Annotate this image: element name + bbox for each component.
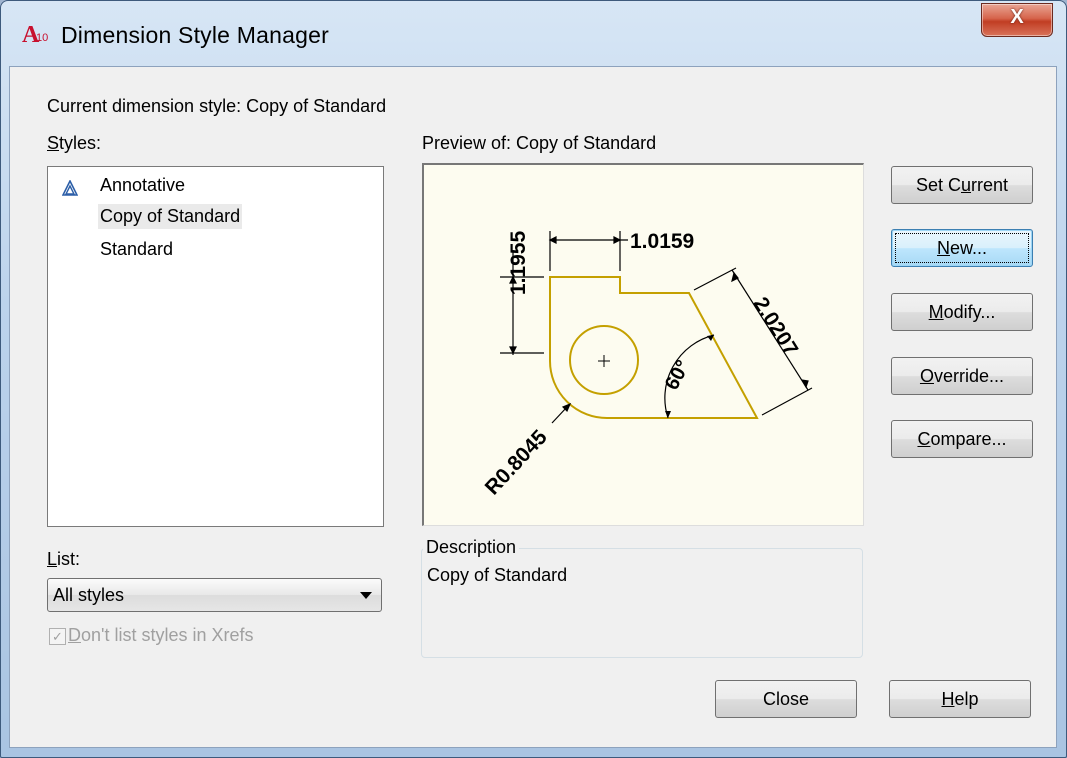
list-label: List: <box>47 549 81 569</box>
radius-dimension <box>551 402 572 424</box>
styles-label: Styles: <box>47 133 102 153</box>
list-item-selected[interactable]: Copy of Standard <box>98 204 243 229</box>
preview-label: Preview of: Copy of Standard <box>422 133 657 153</box>
styles-list[interactable]: Annotative Copy of Standard Standard <box>47 166 384 527</box>
part-outline <box>549 276 759 420</box>
dim-text-aligned: 2.0207 <box>749 293 803 360</box>
close-button[interactable]: Close <box>715 680 857 718</box>
chevron-down-icon <box>360 592 372 599</box>
list-item[interactable]: Standard <box>98 237 175 262</box>
compare-button[interactable]: Compare... <box>891 420 1033 458</box>
modify-button[interactable]: Modify... <box>891 293 1033 331</box>
description-text: Copy of Standard <box>427 565 568 585</box>
horizontal-dimension <box>548 231 628 271</box>
current-style-label: Current dimension style: Copy of Standar… <box>47 96 387 116</box>
list-item[interactable]: Annotative <box>98 173 187 198</box>
window-title: Dimension Style Manager <box>61 22 329 48</box>
dim-text-horizontal: 1.0159 <box>630 230 694 253</box>
annotative-icon <box>62 180 78 196</box>
dimension-preview: 1.1955 1.0159 2.0207 60° R0.8045 <box>422 163 864 526</box>
help-button[interactable]: Help <box>889 680 1031 718</box>
xref-checkbox[interactable]: ✓ <box>49 628 66 645</box>
dim-text-vertical: 1.1955 <box>507 231 530 296</box>
preview-drawing: 1.1955 1.0159 2.0207 60° R0.8045 <box>481 230 813 499</box>
close-window-button[interactable]: X <box>981 3 1053 37</box>
center-mark <box>598 355 610 367</box>
title-bar[interactable]: A 10 Dimension Style Manager X <box>1 1 1066 67</box>
description-group-title: Description <box>423 537 520 558</box>
list-filter-value: All styles <box>53 585 125 605</box>
dim-text-radius: R0.8045 <box>481 425 552 499</box>
list-filter-dropdown[interactable]: All styles <box>47 578 382 612</box>
override-button[interactable]: Override... <box>891 357 1033 395</box>
xref-checkbox-label: Don't list styles in Xrefs <box>68 625 254 645</box>
new-button[interactable]: New... <box>891 229 1033 267</box>
set-current-button[interactable]: Set Current <box>891 166 1033 204</box>
autocad-app-icon: A 10 <box>22 22 49 48</box>
close-icon: X <box>1010 6 1024 28</box>
